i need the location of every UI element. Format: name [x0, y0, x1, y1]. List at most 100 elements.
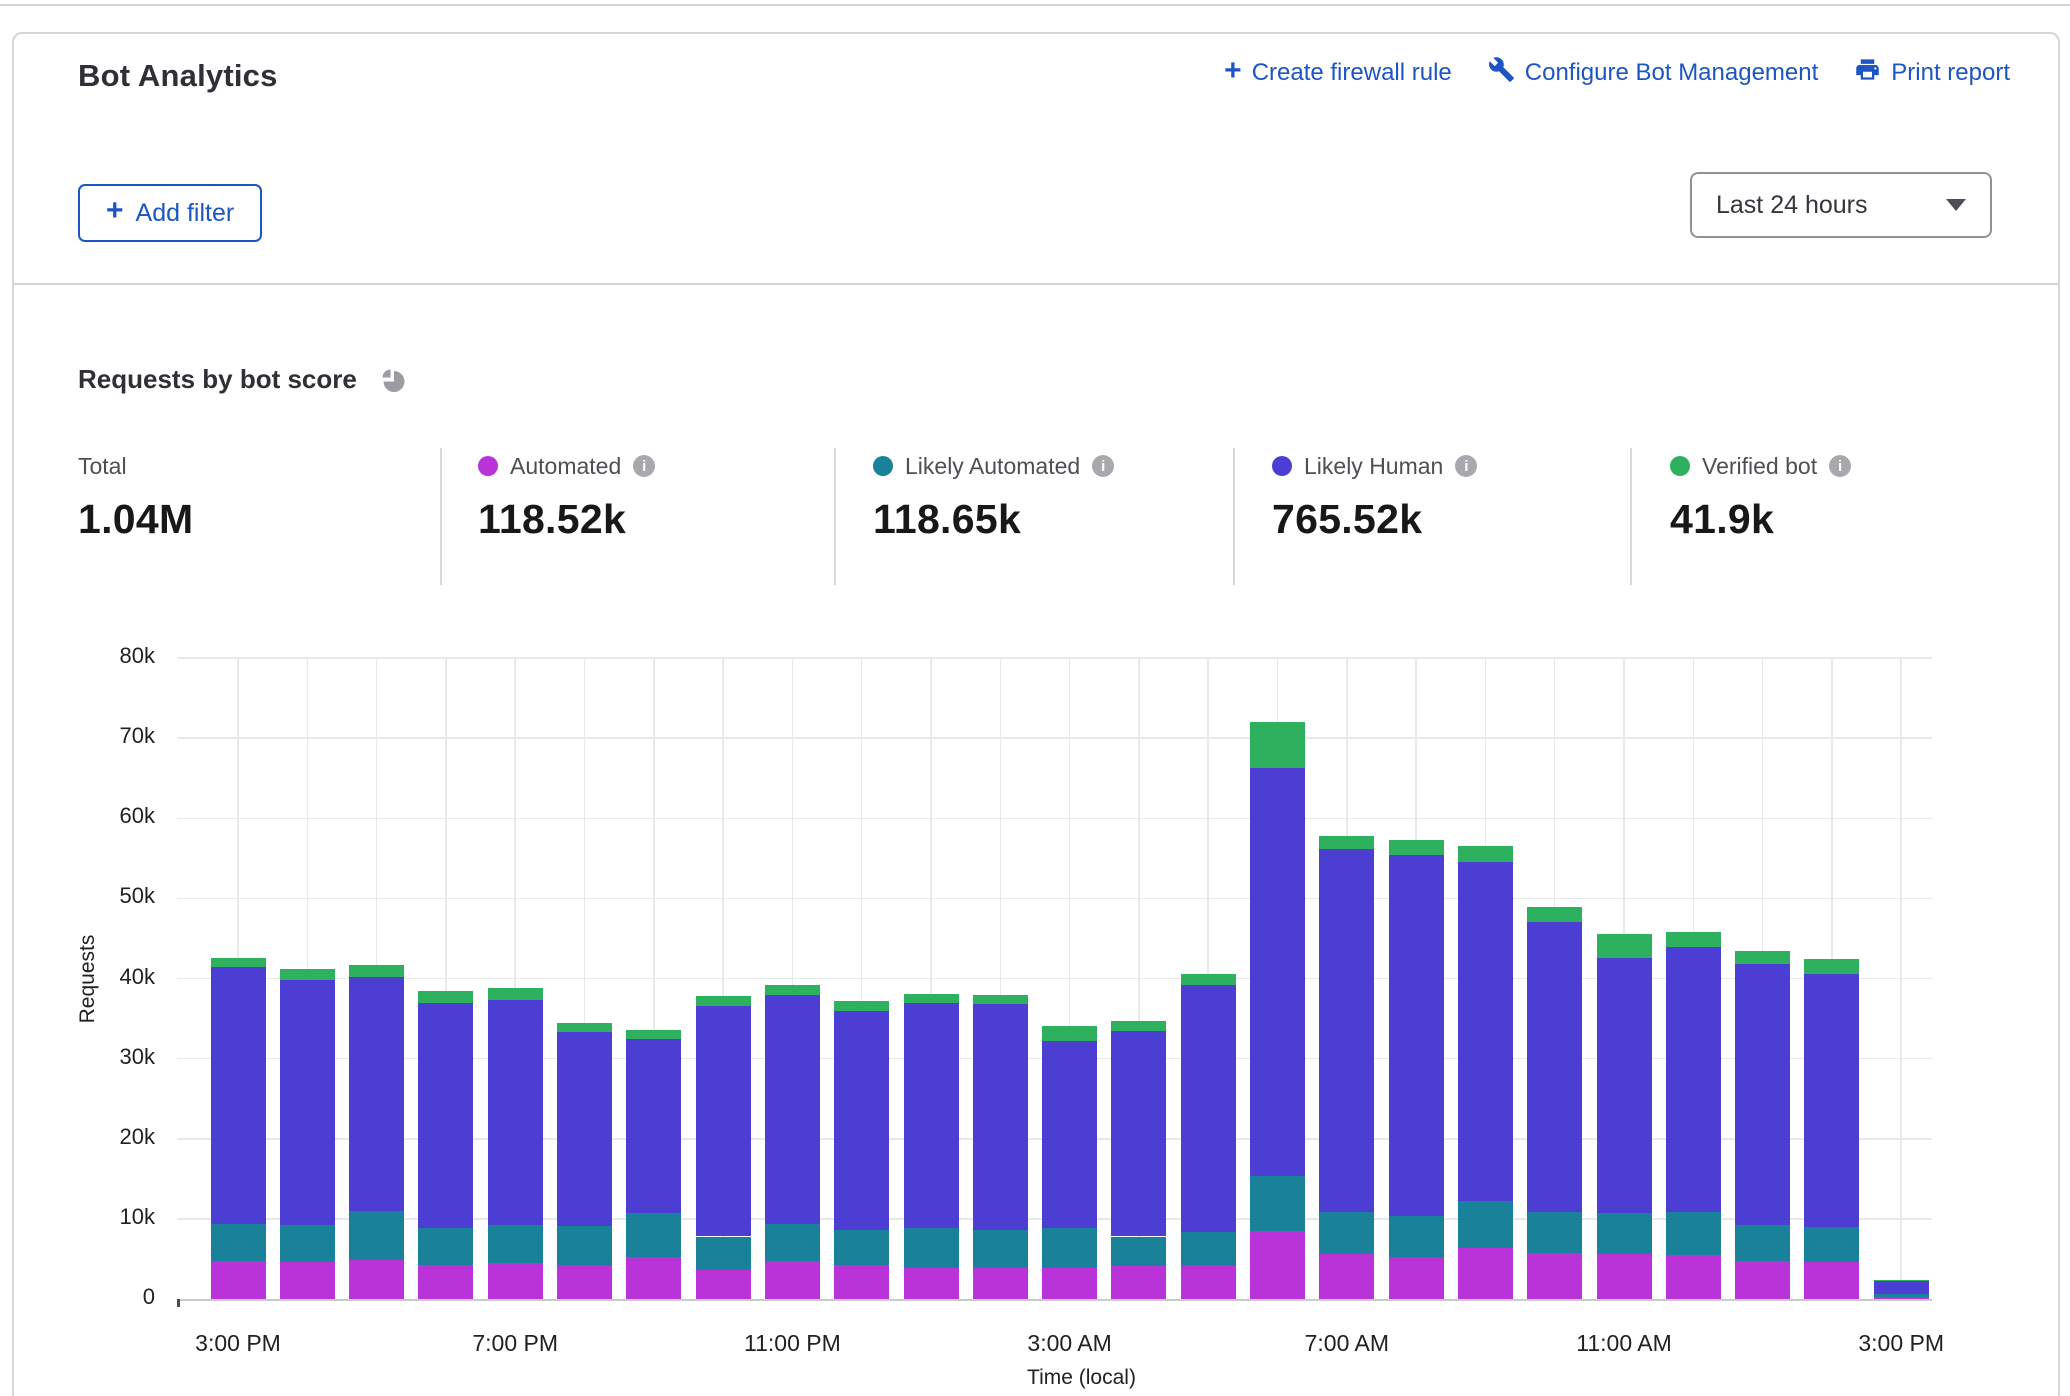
bar-segment-likely-automated[interactable] — [1597, 1213, 1652, 1254]
bar-segment-likely-automated[interactable] — [280, 1225, 335, 1262]
bar-segment-verified-bot[interactable] — [1597, 934, 1652, 958]
bar-segment-verified-bot[interactable] — [904, 994, 959, 1003]
bar-segment-likely-human[interactable] — [1181, 985, 1236, 1233]
bar-segment-automated[interactable] — [1527, 1253, 1582, 1299]
bar-segment-likely-automated[interactable] — [1111, 1237, 1166, 1267]
bar-segment-likely-human[interactable] — [1319, 849, 1374, 1211]
bar-segment-likely-human[interactable] — [280, 980, 335, 1225]
create-firewall-rule-link[interactable]: + Create firewall rule — [1224, 59, 1452, 87]
bar-segment-likely-automated[interactable] — [765, 1224, 820, 1262]
bar-segment-automated[interactable] — [349, 1260, 404, 1299]
info-icon[interactable]: i — [1455, 455, 1477, 477]
bar-segment-automated[interactable] — [1319, 1254, 1374, 1299]
bar-segment-likely-automated[interactable] — [211, 1224, 266, 1261]
bar-segment-automated[interactable] — [211, 1261, 266, 1299]
bar-segment-likely-automated[interactable] — [626, 1213, 681, 1257]
bar-segment-likely-human[interactable] — [696, 1006, 751, 1237]
bar-segment-likely-automated[interactable] — [557, 1226, 612, 1264]
bar-segment-likely-human[interactable] — [904, 1003, 959, 1228]
bar-segment-likely-human[interactable] — [1666, 947, 1721, 1211]
bar-segment-likely-automated[interactable] — [1804, 1227, 1859, 1262]
bar-segment-likely-human[interactable] — [418, 1003, 473, 1227]
bar-segment-likely-automated[interactable] — [349, 1211, 404, 1260]
bar-segment-automated[interactable] — [1389, 1257, 1444, 1299]
bar-segment-likely-human[interactable] — [1804, 974, 1859, 1227]
bar-segment-likely-automated[interactable] — [1389, 1216, 1444, 1257]
info-icon[interactable]: i — [1092, 455, 1114, 477]
bar-segment-automated[interactable] — [1250, 1231, 1305, 1299]
bar-segment-automated[interactable] — [904, 1268, 959, 1299]
bar-segment-likely-automated[interactable] — [418, 1228, 473, 1265]
bar-segment-verified-bot[interactable] — [1666, 932, 1721, 947]
bar-segment-verified-bot[interactable] — [1527, 907, 1582, 922]
bar-segment-verified-bot[interactable] — [488, 988, 543, 1000]
bar-segment-likely-automated[interactable] — [834, 1230, 889, 1265]
bar-segment-likely-automated[interactable] — [1181, 1232, 1236, 1264]
bar-segment-likely-automated[interactable] — [1666, 1212, 1721, 1255]
bar-segment-likely-human[interactable] — [1527, 922, 1582, 1212]
bar-segment-verified-bot[interactable] — [349, 965, 404, 977]
bar-segment-likely-human[interactable] — [1874, 1281, 1929, 1295]
bar-segment-automated[interactable] — [557, 1265, 612, 1299]
bar-segment-likely-automated[interactable] — [1458, 1201, 1513, 1247]
time-range-select[interactable]: Last 24 hours — [1690, 172, 1992, 238]
bar-segment-automated[interactable] — [488, 1263, 543, 1299]
bar-segment-verified-bot[interactable] — [1319, 836, 1374, 850]
bar-segment-verified-bot[interactable] — [418, 991, 473, 1004]
bar-segment-likely-human[interactable] — [1042, 1041, 1097, 1228]
bar-segment-automated[interactable] — [1735, 1261, 1790, 1299]
bar-segment-verified-bot[interactable] — [557, 1023, 612, 1032]
bar-segment-automated[interactable] — [1042, 1268, 1097, 1299]
bar-segment-verified-bot[interactable] — [1111, 1021, 1166, 1031]
bar-segment-verified-bot[interactable] — [1250, 722, 1305, 768]
bar-segment-likely-automated[interactable] — [1319, 1212, 1374, 1254]
bar-segment-automated[interactable] — [418, 1265, 473, 1299]
bar-segment-automated[interactable] — [1804, 1262, 1859, 1299]
bar-segment-verified-bot[interactable] — [211, 958, 266, 968]
bar-segment-verified-bot[interactable] — [280, 969, 335, 980]
bar-segment-verified-bot[interactable] — [765, 985, 820, 995]
bar-segment-likely-human[interactable] — [1735, 964, 1790, 1225]
bar-segment-likely-human[interactable] — [1111, 1031, 1166, 1237]
bar-segment-likely-human[interactable] — [1389, 855, 1444, 1216]
bar-segment-automated[interactable] — [1874, 1297, 1929, 1299]
bar-segment-likely-automated[interactable] — [1527, 1212, 1582, 1252]
bar-segment-likely-human[interactable] — [1250, 768, 1305, 1177]
bar-segment-likely-human[interactable] — [211, 967, 266, 1224]
bar-segment-verified-bot[interactable] — [1804, 959, 1859, 973]
bar-segment-automated[interactable] — [1666, 1255, 1721, 1299]
bar-segment-likely-automated[interactable] — [973, 1230, 1028, 1268]
info-icon[interactable]: i — [1829, 455, 1851, 477]
print-report-link[interactable]: Print report — [1854, 56, 2010, 90]
info-icon[interactable]: i — [633, 455, 655, 477]
bar-segment-likely-automated[interactable] — [904, 1228, 959, 1268]
bar-segment-automated[interactable] — [1458, 1248, 1513, 1299]
bar-segment-verified-bot[interactable] — [973, 995, 1028, 1005]
bar-segment-verified-bot[interactable] — [1735, 951, 1790, 964]
bar-segment-automated[interactable] — [1111, 1266, 1166, 1299]
bar-segment-verified-bot[interactable] — [1458, 846, 1513, 861]
bar-segment-likely-human[interactable] — [557, 1032, 612, 1226]
bar-segment-verified-bot[interactable] — [834, 1001, 889, 1011]
bar-segment-verified-bot[interactable] — [1042, 1026, 1097, 1041]
bar-segment-automated[interactable] — [1181, 1265, 1236, 1299]
bar-segment-likely-human[interactable] — [488, 1000, 543, 1225]
bar-segment-automated[interactable] — [280, 1262, 335, 1299]
bar-segment-automated[interactable] — [765, 1261, 820, 1299]
bar-segment-automated[interactable] — [973, 1268, 1028, 1299]
bar-segment-likely-automated[interactable] — [488, 1225, 543, 1263]
bar-segment-automated[interactable] — [1597, 1254, 1652, 1299]
bar-segment-likely-human[interactable] — [765, 995, 820, 1224]
bar-segment-likely-automated[interactable] — [1735, 1225, 1790, 1261]
bar-segment-likely-human[interactable] — [626, 1039, 681, 1214]
bar-segment-likely-automated[interactable] — [1042, 1228, 1097, 1268]
bar-segment-likely-automated[interactable] — [1250, 1176, 1305, 1230]
configure-bot-management-link[interactable]: Configure Bot Management — [1488, 56, 1819, 90]
bar-segment-likely-human[interactable] — [834, 1011, 889, 1231]
bar-segment-verified-bot[interactable] — [1181, 974, 1236, 985]
bar-segment-likely-human[interactable] — [349, 977, 404, 1211]
bar-segment-verified-bot[interactable] — [1389, 840, 1444, 855]
add-filter-button[interactable]: + Add filter — [78, 184, 262, 242]
bar-segment-verified-bot[interactable] — [1874, 1280, 1929, 1281]
bar-segment-likely-human[interactable] — [1458, 862, 1513, 1202]
